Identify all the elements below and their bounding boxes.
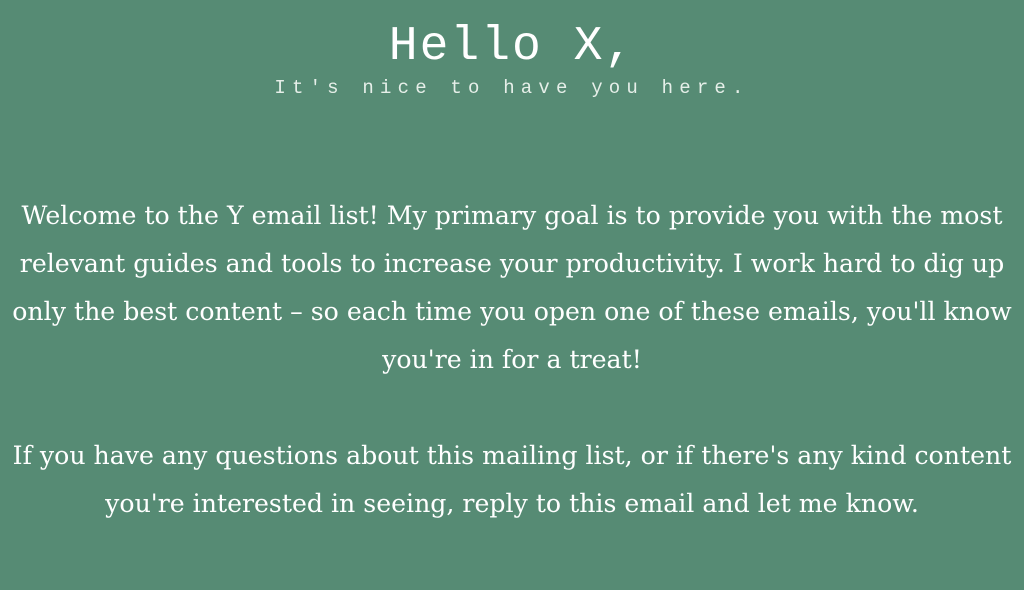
email-body: Welcome to the Y email list! My primary … <box>0 192 1024 528</box>
greeting-title: Hello X, <box>388 20 636 74</box>
greeting-subtitle: It's nice to have you here. <box>274 77 750 99</box>
questions-paragraph: If you have any questions about this mai… <box>12 441 1012 518</box>
welcome-paragraph: Welcome to the Y email list! My primary … <box>12 201 1012 374</box>
email-header: Hello X, It's nice to have you here. <box>0 0 1024 100</box>
